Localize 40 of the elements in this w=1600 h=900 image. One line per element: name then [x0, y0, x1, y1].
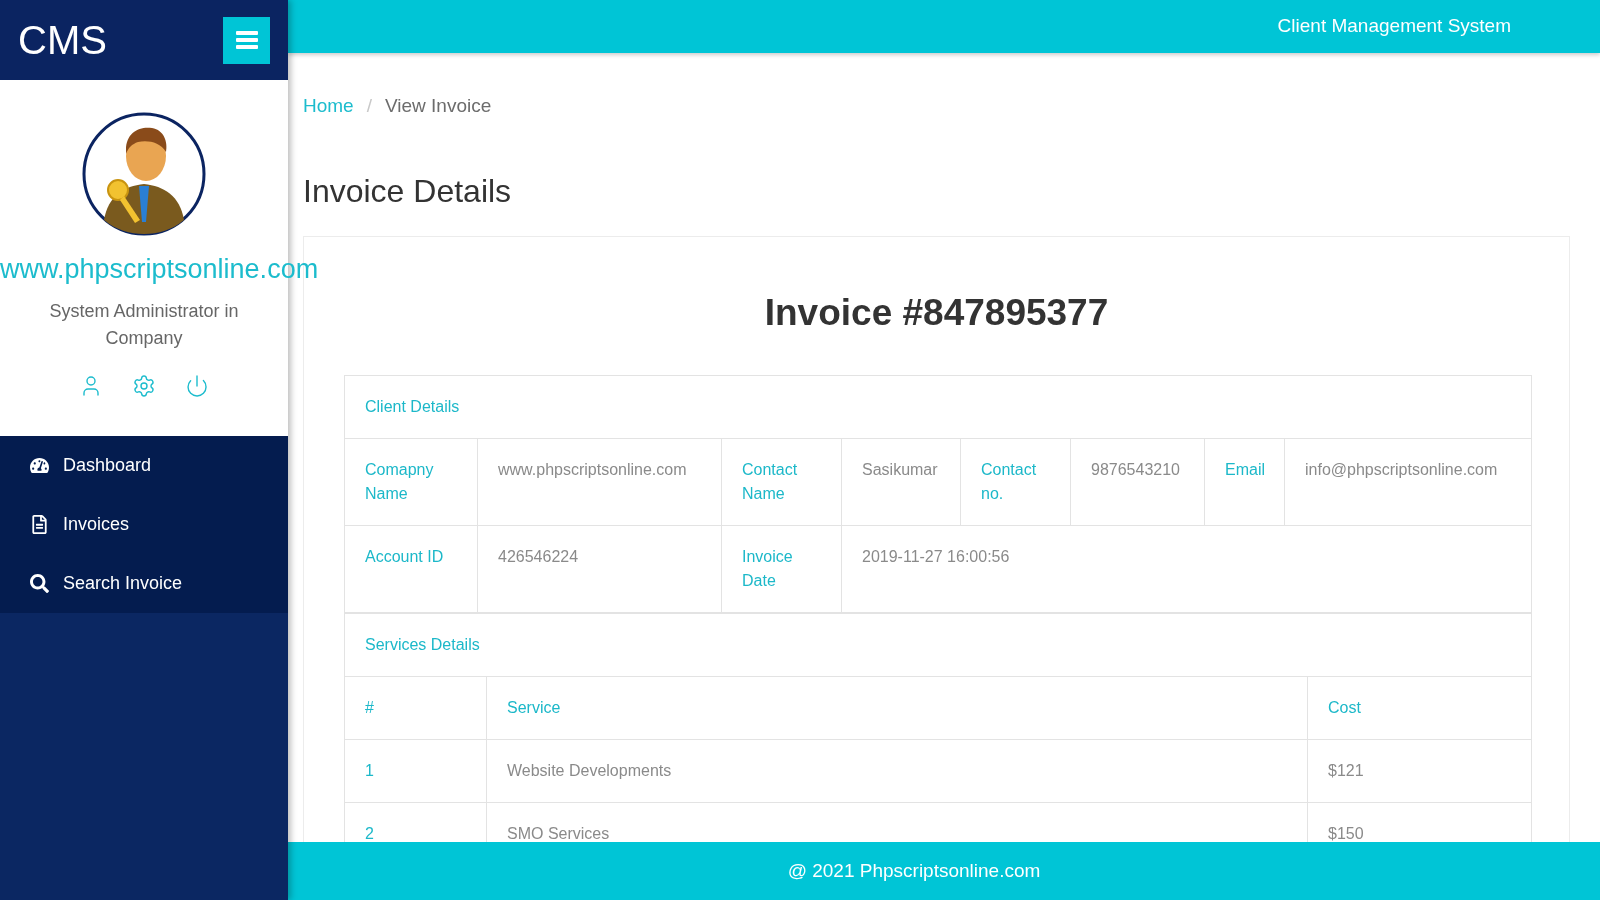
label-cell: Email: [1204, 438, 1285, 526]
menu-button[interactable]: [223, 16, 270, 64]
settings-icon[interactable]: [132, 374, 156, 398]
value-cell: Sasikumar: [841, 438, 961, 526]
table-cell: 1: [344, 739, 487, 803]
column-header: Cost: [1307, 676, 1532, 740]
breadcrumb-separator: /: [366, 95, 372, 117]
label-cell: Invoice Date: [721, 525, 842, 613]
value-cell: 426546224: [477, 525, 722, 613]
label-cell: Account ID: [344, 525, 478, 613]
app-title: Client Management System: [1277, 14, 1511, 39]
value-cell: 9876543210: [1070, 438, 1205, 526]
column-header: #: [344, 676, 487, 740]
column-header: Service: [486, 676, 1308, 740]
label-cell: Contact no.: [960, 438, 1071, 526]
search-icon: [30, 574, 49, 593]
label-cell: Contact Name: [721, 438, 842, 526]
menu-icon: [235, 31, 258, 49]
gauge-icon: [30, 456, 49, 475]
section-heading: Client Details: [344, 375, 1532, 439]
profile-role: System Administrator in Company: [48, 300, 240, 350]
table-cell: Website Developments: [486, 739, 1308, 803]
table-cell: $121: [1307, 739, 1532, 803]
power-icon[interactable]: [185, 374, 209, 398]
page-title: Invoice Details: [303, 172, 513, 211]
nav-link[interactable]: Search Invoice: [0, 554, 288, 613]
value-cell: www.phpscriptsonline.com: [477, 438, 722, 526]
brand-logo: CMS: [18, 20, 107, 60]
breadcrumb-current: View Invoice: [384, 95, 492, 117]
invoice-title: Invoice #847895377: [763, 291, 1110, 335]
section-heading: Services Details: [344, 613, 1532, 677]
nav-link[interactable]: Dashboard: [0, 436, 288, 495]
footer-text: @ 2021 Phpscriptsonline.com: [787, 858, 1041, 883]
avatar-icon: [82, 112, 206, 236]
document-icon: [30, 515, 49, 534]
profile-name: www.phpscriptsonline.com: [0, 253, 319, 285]
label-cell: Comapny Name: [344, 438, 478, 526]
value-cell: info@phpscriptsonline.com: [1284, 438, 1532, 526]
nav-link[interactable]: Invoices: [0, 495, 288, 554]
value-cell: 2019-11-27 16:00:56: [841, 525, 1532, 613]
